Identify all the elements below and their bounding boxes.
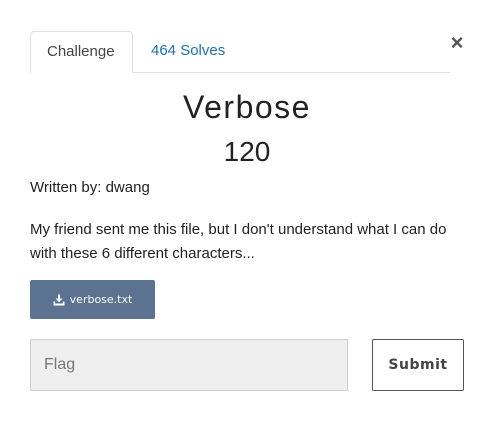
flag-input[interactable]	[30, 339, 348, 391]
download-file-button[interactable]: verbose.txt	[30, 280, 155, 319]
file-name: verbose.txt	[69, 293, 133, 306]
submit-button[interactable]: Submit	[372, 339, 464, 391]
challenge-author: Written by: dwang	[30, 178, 150, 198]
challenge-description: My friend sent me this file, but I don't…	[30, 221, 447, 262]
tab-challenge[interactable]: Challenge	[30, 31, 133, 73]
challenge-title: Verbose	[183, 89, 311, 125]
tab-bar: Challenge 464 Solves	[30, 31, 450, 73]
author-prefix: Written by:	[30, 179, 106, 196]
close-icon[interactable]: ×	[448, 32, 466, 54]
challenge-modal: Challenge 464 Solves × Verbose 120 Writt…	[0, 0, 494, 437]
challenge-points: 120	[223, 136, 271, 167]
tab-solves[interactable]: 464 Solves	[135, 31, 241, 72]
author-name: dwang	[105, 179, 150, 196]
download-icon	[53, 294, 65, 306]
